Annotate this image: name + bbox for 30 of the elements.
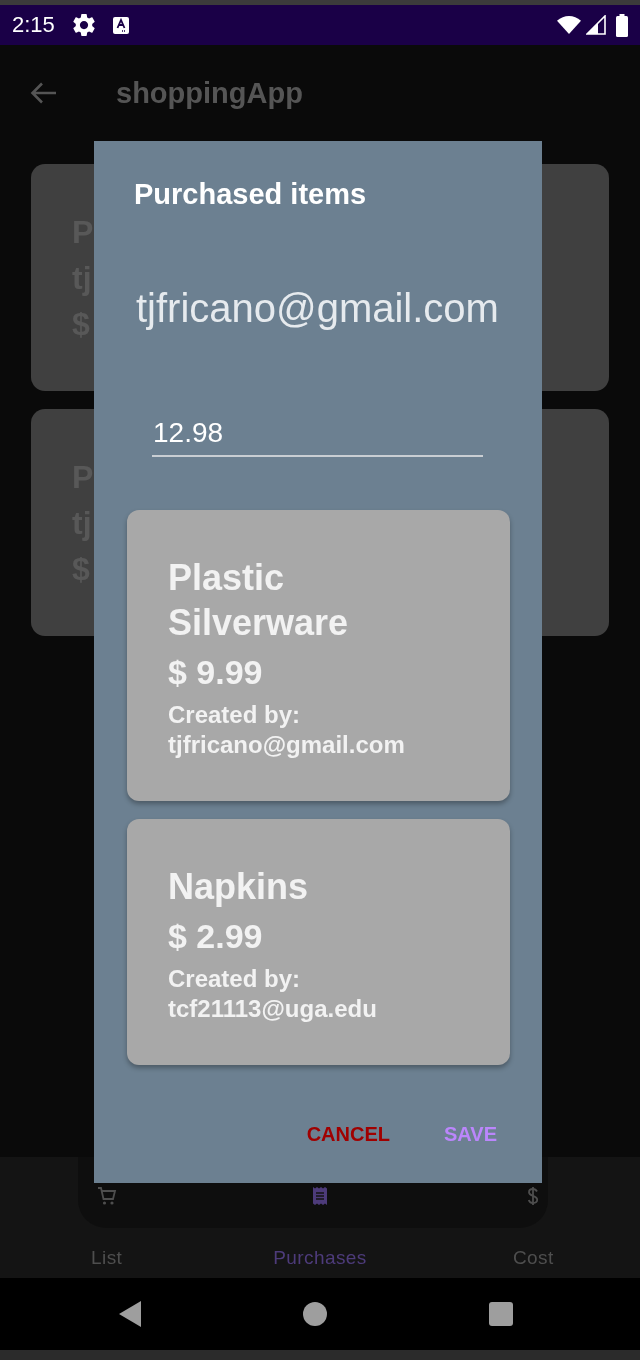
amount-field[interactable]: 12.98	[152, 411, 483, 457]
home-circle-icon	[303, 1302, 327, 1326]
save-button[interactable]: SAVE	[434, 1114, 507, 1154]
back-arrow-icon	[30, 81, 57, 105]
nav-tab[interactable]: Purchases	[213, 1185, 427, 1278]
card-price: $	[72, 305, 90, 344]
signal-icon	[586, 15, 606, 35]
creator-email: tcf21113@uga.edu	[168, 994, 377, 1024]
item-name: Napkins	[168, 865, 310, 909]
created-by-label: Created by:	[168, 700, 301, 730]
created-by-label: Created by:	[168, 964, 301, 994]
cart-icon	[96, 1186, 117, 1206]
app-title: shoppingApp	[116, 76, 303, 111]
wifi-icon	[557, 16, 581, 34]
dialog-title: Purchased items	[134, 177, 367, 212]
item-price: $ 9.99	[168, 652, 264, 692]
letter-box-icon	[112, 16, 129, 34]
back-triangle-icon	[119, 1301, 141, 1327]
creator-email: tjfricano@gmail.com	[168, 730, 405, 760]
gear-icon	[72, 14, 95, 36]
item-name: Plastic Silverware	[168, 556, 350, 645]
nav-tab[interactable]: Cost	[426, 1185, 640, 1278]
card-price: $	[72, 550, 90, 589]
status-time: 2:15	[12, 12, 55, 38]
cancel-button[interactable]: CANCEL	[296, 1114, 400, 1154]
nav-tab[interactable]: List	[0, 1185, 214, 1278]
battery-icon	[616, 13, 628, 37]
item-price: $ 2.99	[168, 916, 264, 956]
recents-square-icon	[489, 1302, 513, 1326]
dialog-email: tjfricano@gmail.com	[136, 285, 499, 332]
